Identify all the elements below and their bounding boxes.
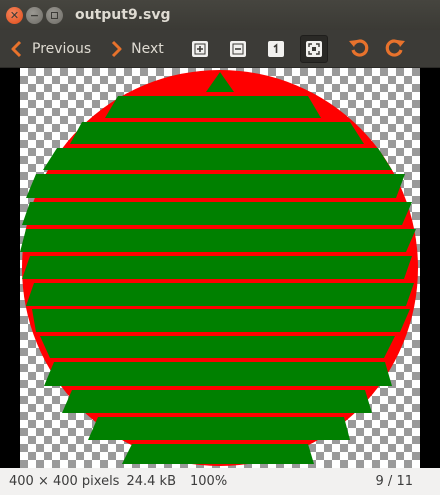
maximize-button[interactable] [46, 6, 63, 24]
green-stripe [88, 417, 350, 440]
green-stripe [22, 256, 412, 279]
zoom-in-button[interactable] [186, 35, 214, 63]
previous-button[interactable]: Previous [10, 40, 91, 58]
minimize-icon: − [29, 8, 40, 22]
title-bar: ✕ − output9.svg [0, 0, 440, 30]
zoom-normal-icon [267, 40, 284, 57]
image-viewport[interactable] [0, 68, 440, 468]
green-stripe [70, 122, 364, 144]
green-stripe [62, 390, 372, 413]
green-stripe [20, 229, 416, 252]
zoom-out-icon [229, 40, 246, 57]
image-position: 9 / 11 [375, 474, 413, 489]
window-title: output9.svg [75, 7, 171, 23]
green-stripe [122, 444, 314, 464]
file-size: 24.4 kB [126, 474, 176, 489]
image-dimensions: 400 × 400 pixels [9, 474, 120, 489]
close-button[interactable]: ✕ [6, 6, 23, 24]
close-icon: ✕ [9, 8, 20, 22]
green-stripe [26, 283, 414, 306]
toolbar: Previous Next [0, 30, 440, 68]
green-stripe [32, 309, 410, 332]
chevron-right-icon [111, 40, 123, 58]
green-stripe [40, 336, 395, 358]
zoom-in-icon [191, 40, 208, 57]
rotate-right-button[interactable] [381, 35, 409, 63]
rotate-left-icon [348, 36, 370, 62]
minimize-button[interactable]: − [26, 6, 43, 24]
green-stripe [44, 362, 392, 386]
green-stripe [43, 148, 392, 170]
best-fit-icon [305, 40, 322, 57]
next-label: Next [131, 40, 164, 57]
chevron-left-icon [10, 40, 22, 58]
rotate-left-button[interactable] [345, 35, 373, 63]
zoom-level: 100% [190, 474, 228, 489]
image-graphic [20, 70, 418, 466]
green-stripe [105, 96, 321, 118]
rotate-right-icon [384, 36, 406, 62]
previous-label: Previous [32, 40, 92, 57]
zoom-normal-button[interactable] [262, 35, 290, 63]
best-fit-button[interactable] [299, 34, 328, 63]
displayed-image [20, 68, 420, 468]
maximize-icon [51, 11, 58, 19]
next-button[interactable]: Next [111, 40, 164, 58]
image-viewer-window: ✕ − output9.svg Previous Next 400 × 400 … [0, 0, 440, 495]
zoom-out-button[interactable] [224, 35, 252, 63]
status-bar: 400 × 400 pixels 24.4 kB 100% 9 / 11 [0, 468, 440, 495]
green-stripe [26, 174, 405, 198]
green-stripe [22, 202, 412, 225]
